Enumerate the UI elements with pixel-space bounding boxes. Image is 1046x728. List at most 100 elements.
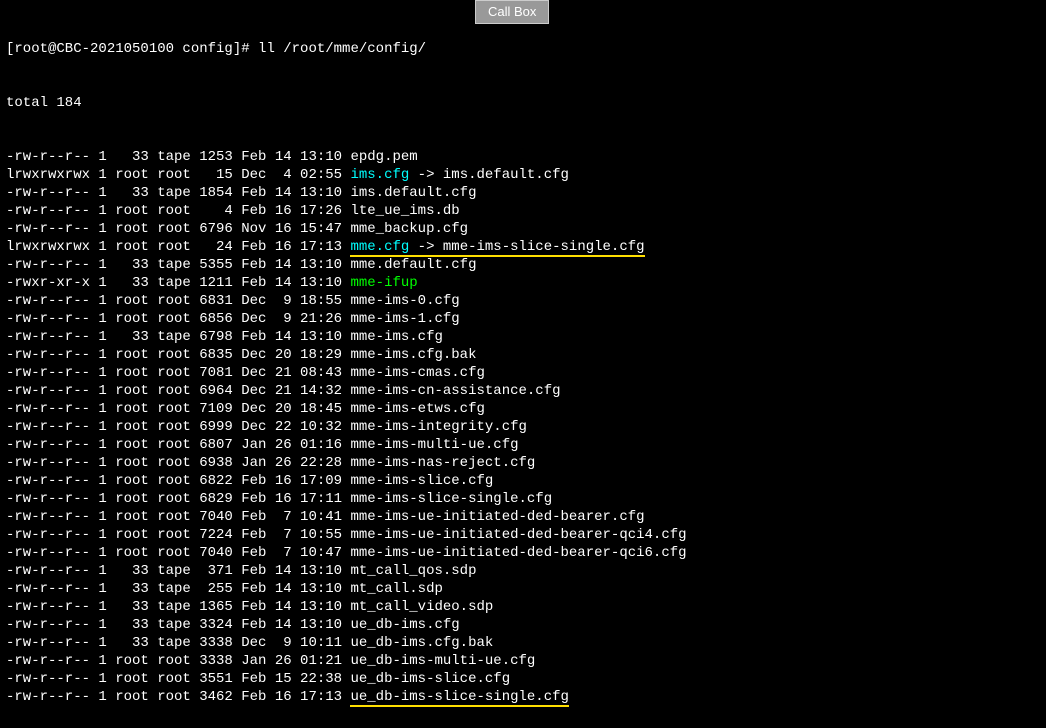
- file-meta: -rw-r--r-- 1 root root 3338 Jan 26 01:21: [6, 653, 350, 669]
- file-name: mme-ims.cfg: [350, 329, 442, 345]
- file-meta: -rw-r--r-- 1 33 tape 5355 Feb 14 13:10: [6, 257, 350, 273]
- file-row: -rw-r--r-- 1 root root 6856 Dec 9 21:26 …: [6, 310, 1046, 328]
- file-name: ue_db-ims-multi-ue.cfg: [350, 653, 535, 669]
- highlighted-entry: mme.cfg -> mme-ims-slice-single.cfg: [350, 239, 644, 257]
- file-meta: -rw-r--r-- 1 root root 6829 Feb 16 17:11: [6, 491, 350, 507]
- file-row: -rwxr-xr-x 1 33 tape 1211 Feb 14 13:10 m…: [6, 274, 1046, 292]
- file-name: ims.default.cfg: [350, 185, 476, 201]
- file-name: mme-ims-cn-assistance.cfg: [350, 383, 560, 399]
- file-name: mme-ifup: [350, 275, 417, 291]
- file-meta: -rw-r--r-- 1 root root 4 Feb 16 17:26: [6, 203, 350, 219]
- file-row: -rw-r--r-- 1 33 tape 371 Feb 14 13:10 mt…: [6, 562, 1046, 580]
- file-row: lrwxrwxrwx 1 root root 24 Feb 16 17:13 m…: [6, 238, 1046, 256]
- file-meta: -rw-r--r-- 1 33 tape 3324 Feb 14 13:10: [6, 617, 350, 633]
- file-row: -rw-r--r-- 1 root root 7081 Dec 21 08:43…: [6, 364, 1046, 382]
- symlink-arrow: ->: [409, 239, 443, 255]
- file-name: mme-ims-ue-initiated-ded-bearer-qci6.cfg: [350, 545, 686, 561]
- file-name: mme-ims-slice.cfg: [350, 473, 493, 489]
- file-row: -rw-r--r-- 1 root root 6807 Jan 26 01:16…: [6, 436, 1046, 454]
- command-text: ll /root/mme/config/: [258, 41, 426, 57]
- file-meta: -rw-r--r-- 1 root root 7081 Dec 21 08:43: [6, 365, 350, 381]
- file-name: mme.default.cfg: [350, 257, 476, 273]
- file-name: mt_call_video.sdp: [350, 599, 493, 615]
- file-meta: -rw-r--r-- 1 33 tape 1365 Feb 14 13:10: [6, 599, 350, 615]
- file-meta: -rw-r--r-- 1 33 tape 1253 Feb 14 13:10: [6, 149, 350, 165]
- file-row: -rw-r--r-- 1 33 tape 5355 Feb 14 13:10 m…: [6, 256, 1046, 274]
- file-name: ue_db-ims-slice.cfg: [350, 671, 510, 687]
- symlink-target: ims.default.cfg: [443, 167, 569, 183]
- file-name: mt_call.sdp: [350, 581, 442, 597]
- file-meta: -rw-r--r-- 1 33 tape 255 Feb 14 13:10: [6, 581, 350, 597]
- file-name: mme-ims-ue-initiated-ded-bearer.cfg: [350, 509, 644, 525]
- file-name: mme-ims-integrity.cfg: [350, 419, 526, 435]
- file-meta: -rw-r--r-- 1 root root 7224 Feb 7 10:55: [6, 527, 350, 543]
- prompt-line: [root@CBC-2021050100 config]# ll /root/m…: [6, 40, 1046, 58]
- file-meta: -rw-r--r-- 1 root root 7109 Dec 20 18:45: [6, 401, 350, 417]
- file-name: mt_call_qos.sdp: [350, 563, 476, 579]
- file-row: -rw-r--r-- 1 root root 6938 Jan 26 22:28…: [6, 454, 1046, 472]
- file-row: -rw-r--r-- 1 root root 7224 Feb 7 10:55 …: [6, 526, 1046, 544]
- file-listing: -rw-r--r-- 1 33 tape 1253 Feb 14 13:10 e…: [6, 148, 1046, 706]
- file-row: -rw-r--r-- 1 33 tape 3324 Feb 14 13:10 u…: [6, 616, 1046, 634]
- file-name: epdg.pem: [350, 149, 417, 165]
- file-row: -rw-r--r-- 1 root root 6964 Dec 21 14:32…: [6, 382, 1046, 400]
- file-meta: -rw-r--r-- 1 33 tape 1854 Feb 14 13:10: [6, 185, 350, 201]
- file-meta: -rw-r--r-- 1 root root 6964 Dec 21 14:32: [6, 383, 350, 399]
- file-meta: -rw-r--r-- 1 root root 6807 Jan 26 01:16: [6, 437, 350, 453]
- file-meta: -rw-r--r-- 1 root root 7040 Feb 7 10:41: [6, 509, 350, 525]
- file-row: -rw-r--r-- 1 root root 3462 Feb 16 17:13…: [6, 688, 1046, 706]
- call-box-button[interactable]: Call Box: [475, 0, 549, 24]
- file-name: mme-ims-1.cfg: [350, 311, 459, 327]
- terminal-output: [root@CBC-2021050100 config]# ll /root/m…: [0, 0, 1046, 728]
- file-name: ue_db-ims.cfg: [350, 617, 459, 633]
- file-row: -rw-r--r-- 1 root root 4 Feb 16 17:26 lt…: [6, 202, 1046, 220]
- file-row: -rw-r--r-- 1 root root 7109 Dec 20 18:45…: [6, 400, 1046, 418]
- file-meta: -rw-r--r-- 1 33 tape 6798 Feb 14 13:10: [6, 329, 350, 345]
- file-row: -rw-r--r-- 1 root root 7040 Feb 7 10:41 …: [6, 508, 1046, 526]
- file-meta: -rw-r--r-- 1 root root 6831 Dec 9 18:55: [6, 293, 350, 309]
- file-name: mme-ims-ue-initiated-ded-bearer-qci4.cfg: [350, 527, 686, 543]
- symlink-target: mme-ims-slice-single.cfg: [443, 239, 645, 255]
- file-meta: -rw-r--r-- 1 root root 6938 Jan 26 22:28: [6, 455, 350, 471]
- total-line: total 184: [6, 94, 1046, 112]
- file-meta: -rw-r--r-- 1 root root 6856 Dec 9 21:26: [6, 311, 350, 327]
- file-meta: -rw-r--r-- 1 root root 6999 Dec 22 10:32: [6, 419, 350, 435]
- file-row: -rw-r--r-- 1 33 tape 1365 Feb 14 13:10 m…: [6, 598, 1046, 616]
- file-name: mme_backup.cfg: [350, 221, 468, 237]
- file-meta: -rw-r--r-- 1 root root 6835 Dec 20 18:29: [6, 347, 350, 363]
- file-row: -rw-r--r-- 1 root root 6829 Feb 16 17:11…: [6, 490, 1046, 508]
- file-row: -rw-r--r-- 1 33 tape 1854 Feb 14 13:10 i…: [6, 184, 1046, 202]
- file-row: -rw-r--r-- 1 33 tape 1253 Feb 14 13:10 e…: [6, 148, 1046, 166]
- file-row: -rw-r--r-- 1 33 tape 6798 Feb 14 13:10 m…: [6, 328, 1046, 346]
- file-row: -rw-r--r-- 1 root root 3338 Jan 26 01:21…: [6, 652, 1046, 670]
- file-name: mme-ims.cfg.bak: [350, 347, 476, 363]
- file-row: -rw-r--r-- 1 root root 6831 Dec 9 18:55 …: [6, 292, 1046, 310]
- symlink-arrow: ->: [409, 167, 443, 183]
- file-row: lrwxrwxrwx 1 root root 15 Dec 4 02:55 im…: [6, 166, 1046, 184]
- file-name: mme-ims-slice-single.cfg: [350, 491, 552, 507]
- file-name: mme-ims-multi-ue.cfg: [350, 437, 518, 453]
- file-name: ims.cfg: [350, 167, 409, 183]
- file-row: -rw-r--r-- 1 root root 6796 Nov 16 15:47…: [6, 220, 1046, 238]
- file-name: ue_db-ims.cfg.bak: [350, 635, 493, 651]
- file-row: -rw-r--r-- 1 root root 6835 Dec 20 18:29…: [6, 346, 1046, 364]
- file-meta: lrwxrwxrwx 1 root root 15 Dec 4 02:55: [6, 167, 350, 183]
- shell-prompt: [root@CBC-2021050100 config]#: [6, 41, 258, 57]
- file-row: -rw-r--r-- 1 33 tape 255 Feb 14 13:10 mt…: [6, 580, 1046, 598]
- file-name: mme.cfg: [350, 239, 409, 255]
- file-meta: -rw-r--r-- 1 33 tape 3338 Dec 9 10:11: [6, 635, 350, 651]
- file-name: mme-ims-0.cfg: [350, 293, 459, 309]
- file-name: mme-ims-nas-reject.cfg: [350, 455, 535, 471]
- file-name: mme-ims-etws.cfg: [350, 401, 484, 417]
- file-meta: -rw-r--r-- 1 root root 6822 Feb 16 17:09: [6, 473, 350, 489]
- file-meta: -rw-r--r-- 1 root root 3551 Feb 15 22:38: [6, 671, 350, 687]
- file-name: lte_ue_ims.db: [350, 203, 459, 219]
- file-meta: -rw-r--r-- 1 root root 3462 Feb 16 17:13: [6, 689, 350, 705]
- file-row: -rw-r--r-- 1 root root 7040 Feb 7 10:47 …: [6, 544, 1046, 562]
- file-meta: -rw-r--r-- 1 33 tape 371 Feb 14 13:10: [6, 563, 350, 579]
- file-name: ue_db-ims-slice-single.cfg: [350, 689, 568, 707]
- file-row: -rw-r--r-- 1 root root 3551 Feb 15 22:38…: [6, 670, 1046, 688]
- file-meta: -rw-r--r-- 1 root root 7040 Feb 7 10:47: [6, 545, 350, 561]
- file-name: mme-ims-cmas.cfg: [350, 365, 484, 381]
- file-meta: lrwxrwxrwx 1 root root 24 Feb 16 17:13: [6, 239, 350, 255]
